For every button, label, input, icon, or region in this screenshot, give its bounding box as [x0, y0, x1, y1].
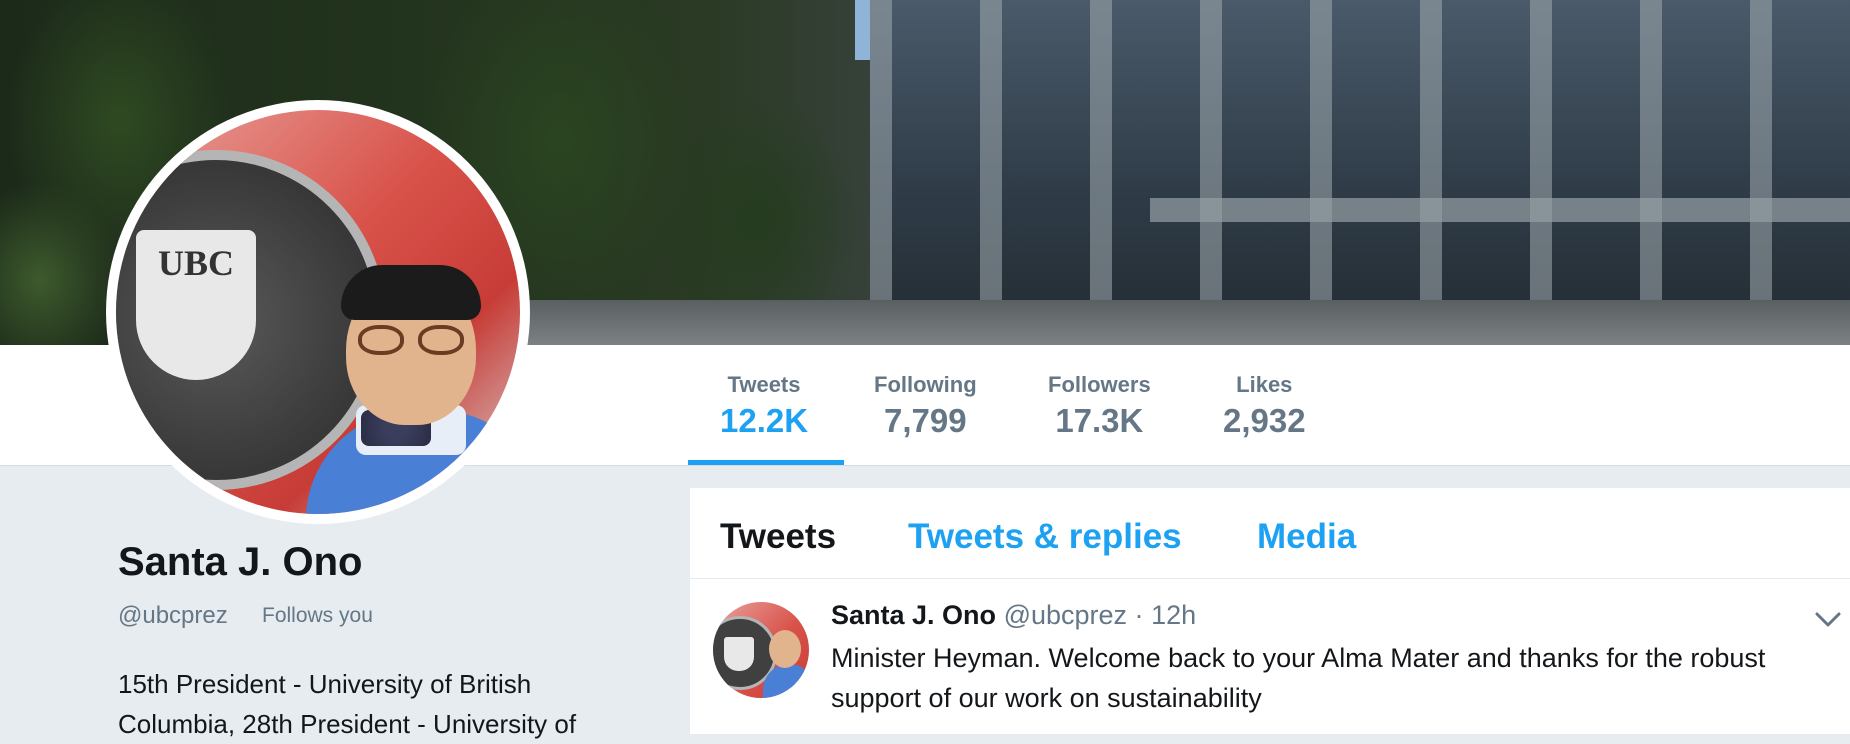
stat-tweets[interactable]: Tweets 12.2K [720, 372, 808, 440]
profile-handle[interactable]: @ubcprez [118, 602, 228, 630]
ubc-shield: UBC [136, 230, 256, 380]
tweet-avatar[interactable] [713, 602, 809, 698]
tweet-text: Minister Heyman. Welcome back to your Al… [831, 643, 1766, 713]
banner-building [870, 0, 1850, 345]
tweet-timestamp[interactable]: 12h [1151, 600, 1196, 630]
tab-tweets[interactable]: Tweets [720, 517, 836, 557]
tweet-author-name[interactable]: Santa J. Ono [831, 600, 996, 630]
chevron-down-icon[interactable] [1813, 604, 1843, 634]
profile-name: Santa J. Ono [118, 540, 363, 584]
person-hair [341, 265, 481, 320]
tweet-separator: · [1134, 600, 1144, 630]
stat-likes-count: 2,932 [1223, 402, 1306, 439]
tab-tweets-and-replies[interactable]: Tweets & replies [908, 517, 1182, 557]
glasses-icon [356, 325, 471, 357]
tweet-author-handle[interactable]: @ubcprez [1004, 600, 1127, 630]
ubc-seal-text: UBC [157, 243, 234, 283]
stat-following-label: Following [874, 372, 977, 397]
stat-tweets-count: 12.2K [720, 402, 809, 439]
banner-ground [520, 300, 1850, 345]
tab-media[interactable]: Media [1257, 517, 1356, 557]
timeline-tabs: Tweets Tweets & replies Media [690, 488, 1850, 579]
stat-following-count: 7,799 [884, 402, 967, 439]
profile-bio: 15th President - University of British C… [118, 669, 577, 739]
stat-tweets-label: Tweets [727, 372, 801, 397]
banner-building-ledge [1150, 198, 1850, 222]
stat-followers-label: Followers [1048, 372, 1151, 397]
stat-followers-count: 17.3K [1055, 402, 1144, 439]
avatar[interactable]: UBC [116, 110, 520, 514]
active-stat-indicator [688, 460, 844, 465]
follows-you-badge: Follows you [262, 604, 373, 627]
stat-likes-label: Likes [1236, 372, 1293, 397]
timeline-panel: Tweets Tweets & replies Media Santa J. O… [690, 488, 1850, 734]
stat-followers[interactable]: Followers 17.3K [1048, 372, 1151, 440]
stat-following[interactable]: Following 7,799 [874, 372, 977, 440]
stat-likes[interactable]: Likes 2,932 [1223, 372, 1306, 440]
tweet-avatar-head [769, 630, 801, 668]
tweet-header: Santa J. Ono @ubcprez · 12h [831, 600, 1196, 631]
